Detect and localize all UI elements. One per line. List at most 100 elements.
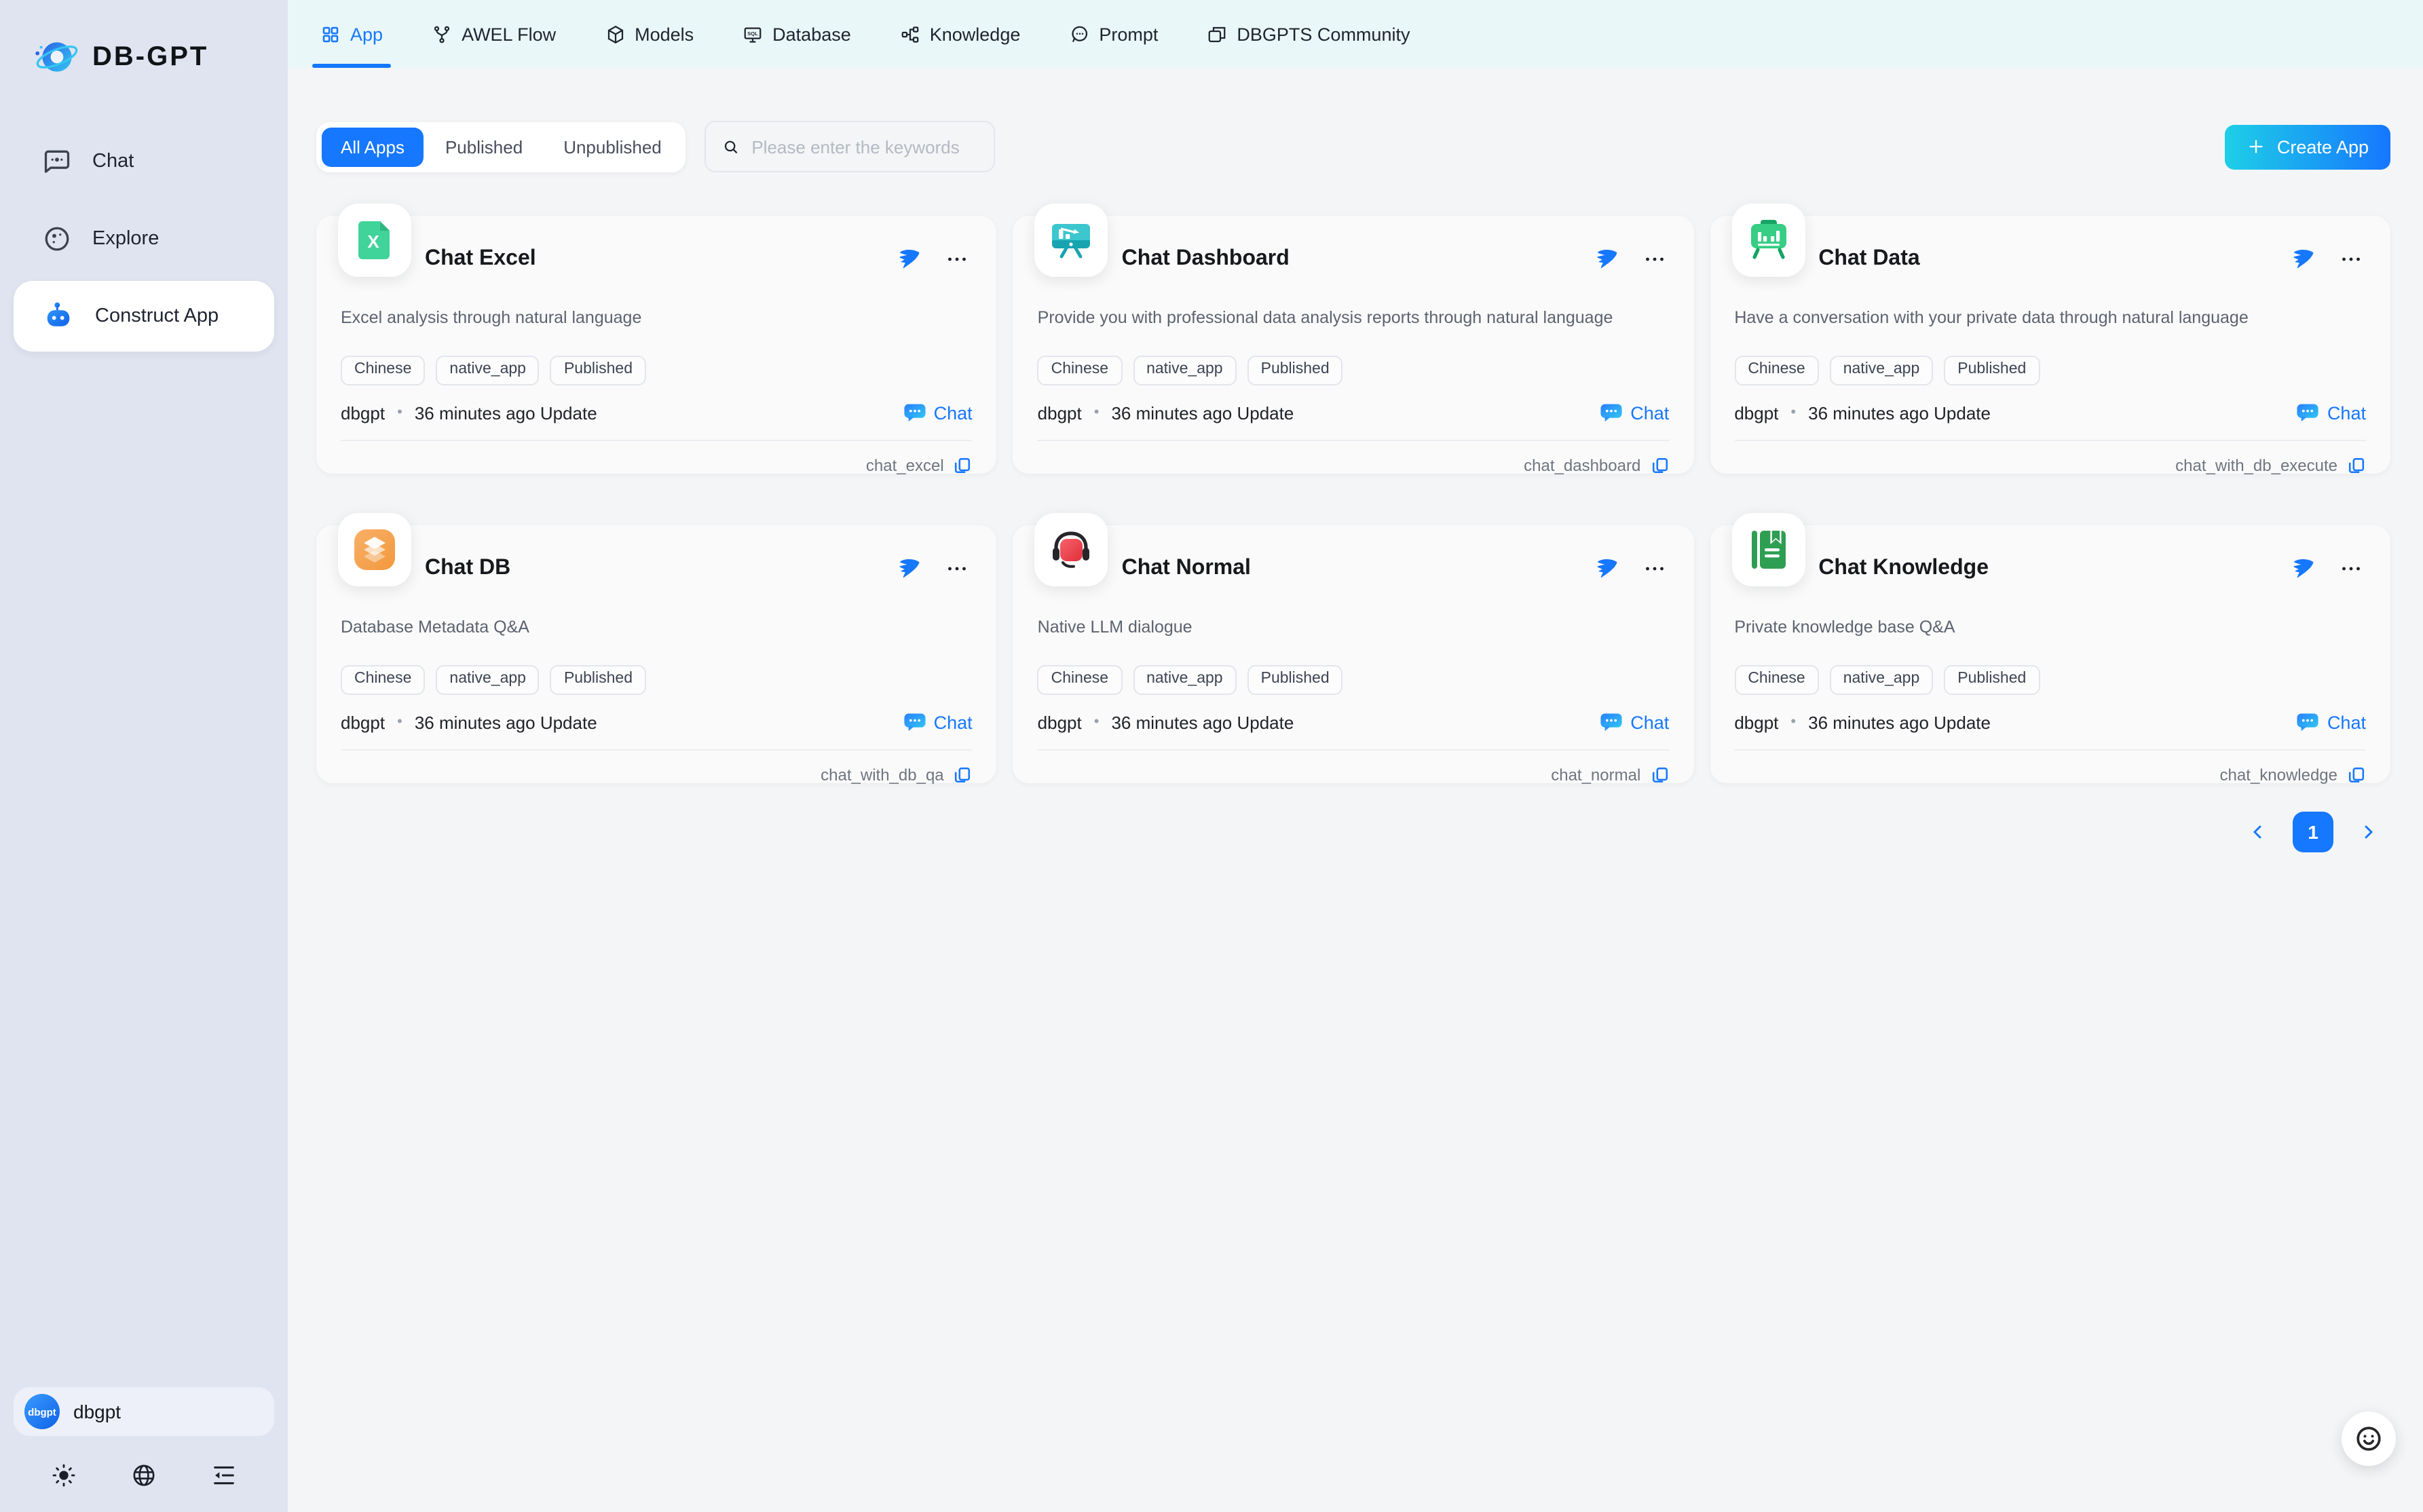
language-globe-icon[interactable] (126, 1458, 162, 1493)
filter-published[interactable]: Published (426, 127, 542, 166)
chat-link[interactable]: Chat (904, 402, 973, 423)
dot-separator: • (397, 404, 402, 421)
chat-link-label: Chat (934, 402, 973, 423)
user-menu[interactable]: dbgpt dbgpt (14, 1387, 274, 1436)
top-nav: App AWEL Flow Models SQL D (288, 0, 2423, 68)
tab-dbgpts-community[interactable]: DBGPTS Community (1207, 0, 1410, 68)
community-icon (1207, 24, 1227, 44)
filter-segment: All Apps Published Unpublished (316, 121, 686, 172)
collapse-menu-icon[interactable] (206, 1458, 241, 1493)
app-card-chat-normal[interactable]: Chat Normal Native LLM dialogue Chin (1013, 525, 1694, 783)
tab-knowledge[interactable]: Knowledge (900, 0, 1021, 68)
search-input[interactable] (751, 136, 977, 157)
filter-unpublished[interactable]: Unpublished (544, 127, 681, 166)
app-code: chat_knowledge (2220, 765, 2337, 784)
app-updated: 36 minutes ago Update (1111, 712, 1294, 732)
tab-prompt[interactable]: Prompt (1069, 0, 1158, 68)
sidebar-item-explore[interactable]: Explore (14, 204, 274, 274)
message-icon (1069, 24, 1089, 44)
copy-icon[interactable] (1650, 455, 1669, 474)
more-icon[interactable] (2339, 247, 2363, 271)
robot-icon (42, 300, 75, 333)
copy-icon[interactable] (2347, 765, 2366, 784)
main-area: App AWEL Flow Models SQL D (288, 0, 2423, 1512)
more-icon[interactable] (945, 247, 970, 271)
tab-label: App (350, 24, 383, 44)
tab-label: Models (635, 24, 694, 44)
app-card-title: Chat Data (1818, 247, 2291, 271)
app-updated: 36 minutes ago Update (415, 402, 597, 423)
app-owner: dbgpt (1038, 712, 1082, 732)
app-card-title: Chat DB (425, 556, 898, 581)
data-easel-icon (1744, 216, 1792, 265)
tag: native_app (1830, 665, 1934, 694)
chat-link[interactable]: Chat (904, 712, 973, 732)
chat-bubble-icon (904, 403, 926, 422)
app-card-description: Private knowledge base Q&A (1734, 618, 2366, 637)
create-app-button[interactable]: Create App (2225, 124, 2390, 169)
sidebar-item-label: Construct App (95, 305, 219, 327)
dot-separator: • (1094, 404, 1100, 421)
dingtalk-share-icon[interactable] (1594, 248, 1617, 271)
chat-link[interactable]: Chat (1600, 712, 1669, 732)
chat-bubble-icon (2297, 713, 2319, 732)
search-box (705, 121, 996, 172)
app-icon-tile (1731, 513, 1805, 586)
tab-models[interactable]: Models (605, 0, 694, 68)
tab-awel-flow[interactable]: AWEL Flow (432, 0, 556, 68)
more-icon[interactable] (945, 556, 970, 581)
app-card-description: Provide you with professional data analy… (1038, 308, 1670, 327)
copy-icon[interactable] (954, 455, 973, 474)
dingtalk-share-icon[interactable] (898, 557, 921, 580)
copy-icon[interactable] (2347, 455, 2366, 474)
content-area: All Apps Published Unpublished Create Ap… (288, 68, 2423, 1512)
chat-link[interactable]: Chat (2297, 712, 2366, 732)
app-updated: 36 minutes ago Update (415, 712, 597, 732)
tag: Chinese (1038, 356, 1122, 385)
more-icon[interactable] (2339, 556, 2363, 581)
dingtalk-share-icon[interactable] (2291, 248, 2314, 271)
chevron-right-icon[interactable] (2358, 821, 2380, 843)
app-owner: dbgpt (1038, 402, 1082, 423)
sidebar-footer-icons (0, 1444, 288, 1512)
tab-label: Prompt (1099, 24, 1158, 44)
app-card-chat-db[interactable]: Chat DB Database Metadata Q&A Chines (316, 525, 997, 783)
copy-icon[interactable] (954, 765, 973, 784)
more-icon[interactable] (1642, 247, 1666, 271)
chat-bubble-icon (2297, 403, 2319, 422)
dingtalk-share-icon[interactable] (1594, 557, 1617, 580)
app-card-chat-data[interactable]: Chat Data Have a conversation with your … (1710, 216, 2390, 474)
theme-sun-icon[interactable] (47, 1458, 82, 1493)
app-icon-tile: X (338, 204, 411, 277)
tab-app[interactable]: App (320, 0, 383, 68)
sql-monitor-icon: SQL (743, 24, 763, 44)
chat-link[interactable]: Chat (1600, 402, 1669, 423)
chat-link[interactable]: Chat (2297, 402, 2366, 423)
db-gpt-planet-icon (33, 33, 81, 81)
filter-all-apps[interactable]: All Apps (322, 127, 424, 166)
tag: Published (550, 356, 646, 385)
page-number[interactable]: 1 (2293, 812, 2333, 852)
user-name: dbgpt (73, 1401, 121, 1422)
dingtalk-share-icon[interactable] (898, 248, 921, 271)
app-card-title: Chat Normal (1122, 556, 1595, 581)
app-card-chat-dashboard[interactable]: Chat Dashboard Provide you with professi… (1013, 216, 1694, 474)
more-icon[interactable] (1642, 556, 1666, 581)
app-window: DB-GPT Chat Explore (0, 0, 2423, 1512)
tag: Chinese (1734, 665, 1818, 694)
tab-database[interactable]: SQL Database (743, 0, 851, 68)
feedback-button[interactable] (2342, 1412, 2396, 1466)
search-icon (723, 136, 741, 157)
app-card-chat-excel[interactable]: X Chat Excel (316, 216, 997, 474)
app-card-chat-knowledge[interactable]: Chat Knowledge Private knowledge base Q&… (1710, 525, 2390, 783)
sidebar-item-construct-app[interactable]: Construct App (14, 281, 274, 352)
grid-icon (320, 24, 341, 44)
chevron-left-icon[interactable] (2247, 821, 2268, 843)
app-code: chat_normal (1551, 765, 1640, 784)
sidebar-item-chat[interactable]: Chat (14, 126, 274, 197)
copy-icon[interactable] (1650, 765, 1669, 784)
tag: Chinese (341, 356, 425, 385)
chat-link-label: Chat (2327, 712, 2366, 732)
dingtalk-share-icon[interactable] (2291, 557, 2314, 580)
app-card-title: Chat Dashboard (1122, 247, 1595, 271)
